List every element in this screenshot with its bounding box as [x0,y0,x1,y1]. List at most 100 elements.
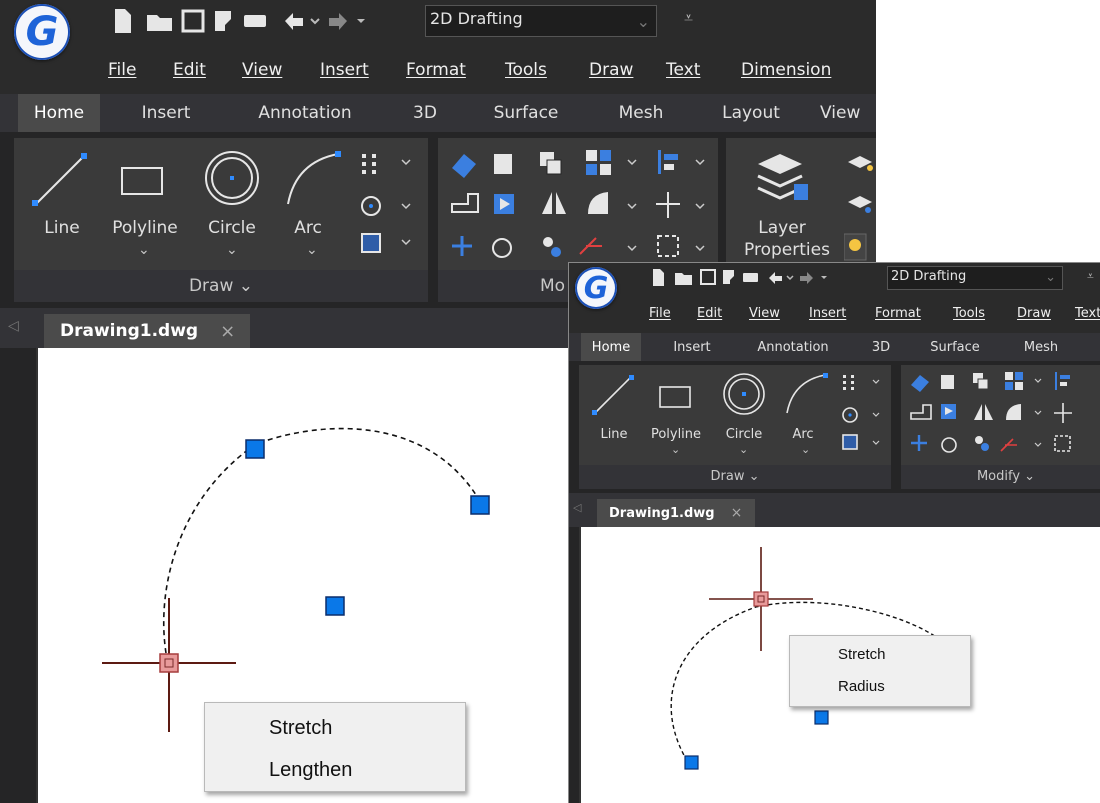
modify-tool-icons[interactable] [446,146,716,266]
tab-annotation[interactable]: Annotation [745,333,841,361]
new-file-icon [653,269,664,286]
tool-arc-label[interactable]: Arc [785,427,821,442]
chevron-down-icon[interactable]: ⌄ [306,242,318,258]
doc-tab-drawing1[interactable]: Drawing1.dwg × [597,499,755,527]
chevron-down-icon[interactable]: ⌄ [801,443,810,456]
layer-properties-icon[interactable] [752,148,812,208]
quick-access-toolbar: G 2D Drafting ⌄ ⩡ [0,0,876,60]
tab-mesh[interactable]: Mesh [600,94,682,132]
menu-edit[interactable]: Edit [697,306,722,321]
tab-layout[interactable]: Layout [706,94,796,132]
tab-surface[interactable]: Surface [478,94,574,132]
copy-icon [494,154,512,174]
menu-item-stretch[interactable]: Stretch [205,711,465,745]
menu-item-radius[interactable]: Radius [790,674,970,700]
tool-polyline-label[interactable]: Polyline [645,427,707,442]
menu-item-lengthen[interactable]: Lengthen [205,753,465,787]
workspace-value: 2D Drafting [891,269,967,284]
tab-home[interactable]: Home [18,94,100,132]
logo-letter: G [25,9,59,55]
tab-insert[interactable]: Insert [122,94,210,132]
customize-qat-icon[interactable]: ⩡ [1087,269,1094,284]
doc-tab-drawing1[interactable]: Drawing1.dwg × [44,314,250,348]
save-icon [700,269,716,285]
tab-home[interactable]: Home [581,333,641,361]
menu-text[interactable]: Text [666,60,700,80]
menu-tools[interactable]: Tools [505,60,547,80]
menu-view[interactable]: View [749,306,780,321]
ribbon-tabs: Home Insert Annotation 3D Surface Mesh L… [0,94,876,132]
menu-dimension[interactable]: Dimension [741,60,831,80]
arc-icon[interactable] [783,371,831,417]
circle-icon[interactable] [721,371,767,417]
tab-surface[interactable]: Surface [919,333,991,361]
menu-tools[interactable]: Tools [953,306,985,321]
modify-tool-icons[interactable] [907,369,1100,459]
undo-icon [769,272,782,284]
tool-properties-label[interactable]: Properties [732,240,842,260]
draw-panel-title[interactable]: Draw ⌄ [14,270,428,302]
tool-polyline-label[interactable]: Polyline [104,218,186,238]
menu-insert[interactable]: Insert [320,60,369,80]
chevron-down-icon[interactable]: ⌄ [226,242,238,258]
chevron-down-icon[interactable]: ⌄ [1045,270,1056,285]
tab-mesh[interactable]: Mesh [1009,333,1073,361]
new-file-icon [115,9,131,33]
layer-small-tools[interactable] [844,150,876,270]
menu-edit[interactable]: Edit [173,60,206,80]
menu-format[interactable]: Format [875,306,921,321]
arc-icon[interactable] [282,148,346,208]
document-tab-bar: ◁ Drawing1.dwg × [569,493,1100,527]
qat-icons [653,269,827,286]
tool-line-label[interactable]: Line [32,218,92,238]
polyline-icon[interactable] [118,162,170,202]
workspace-select[interactable]: 2D Drafting ⌄ [425,5,657,37]
menu-file[interactable]: File [649,306,671,321]
tab-insert[interactable]: Insert [659,333,725,361]
erase-icon [452,154,476,178]
workspace-select[interactable]: 2D Drafting ⌄ [887,266,1063,290]
align-icon [658,150,661,174]
tab-3d[interactable]: 3D [400,94,450,132]
tab-view[interactable]: View [820,94,876,132]
tool-layer-label[interactable]: Layer [742,218,822,238]
open-folder-icon [675,273,692,285]
chevron-down-icon[interactable]: ⌄ [739,443,748,456]
modify-panel-title[interactable]: Modify ⌄ [901,465,1100,489]
tool-circle-label[interactable]: Circle [200,218,264,238]
menu-item-stretch[interactable]: Stretch [790,642,970,668]
chevron-down-icon[interactable]: ⌄ [671,443,680,456]
tab-scroll-left-icon[interactable]: ◁ [573,501,581,514]
menu-file[interactable]: File [108,60,136,80]
menu-insert[interactable]: Insert [809,306,846,321]
chevron-down-icon[interactable]: ⌄ [138,242,150,258]
menu-draw[interactable]: Draw [1017,306,1051,321]
line-icon[interactable] [591,373,635,417]
customize-qat-icon[interactable]: ⩡ [684,8,693,28]
menu-text[interactable]: Text [1075,306,1100,321]
tool-circle-label[interactable]: Circle [719,427,769,442]
erase-icon [911,375,929,392]
modify-panel: Modify ⌄ [901,365,1100,489]
line-icon[interactable] [30,150,90,210]
fillet-icon [588,192,608,214]
polyline-icon[interactable] [657,383,697,413]
close-tab-icon[interactable]: × [220,321,235,342]
app-logo[interactable]: G [14,4,70,60]
tool-line-label[interactable]: Line [593,427,635,442]
fillet-icon [1006,404,1021,420]
menu-bar: File Edit View Insert Format Tools Draw … [569,293,1100,333]
draw-panel-title[interactable]: Draw ⌄ [579,465,891,489]
offset-icon [451,193,479,213]
circle-icon[interactable] [202,148,262,208]
tool-arc-label[interactable]: Arc [286,218,330,238]
tab-scroll-left-icon[interactable]: ◁ [8,318,19,334]
menu-format[interactable]: Format [406,60,466,80]
close-tab-icon[interactable]: × [731,505,743,521]
tab-annotation[interactable]: Annotation [238,94,372,132]
app-logo[interactable]: G [575,267,617,309]
menu-draw[interactable]: Draw [589,60,633,80]
menu-view[interactable]: View [242,60,282,80]
tab-3d[interactable]: 3D [861,333,901,361]
copy-icon [941,375,954,389]
